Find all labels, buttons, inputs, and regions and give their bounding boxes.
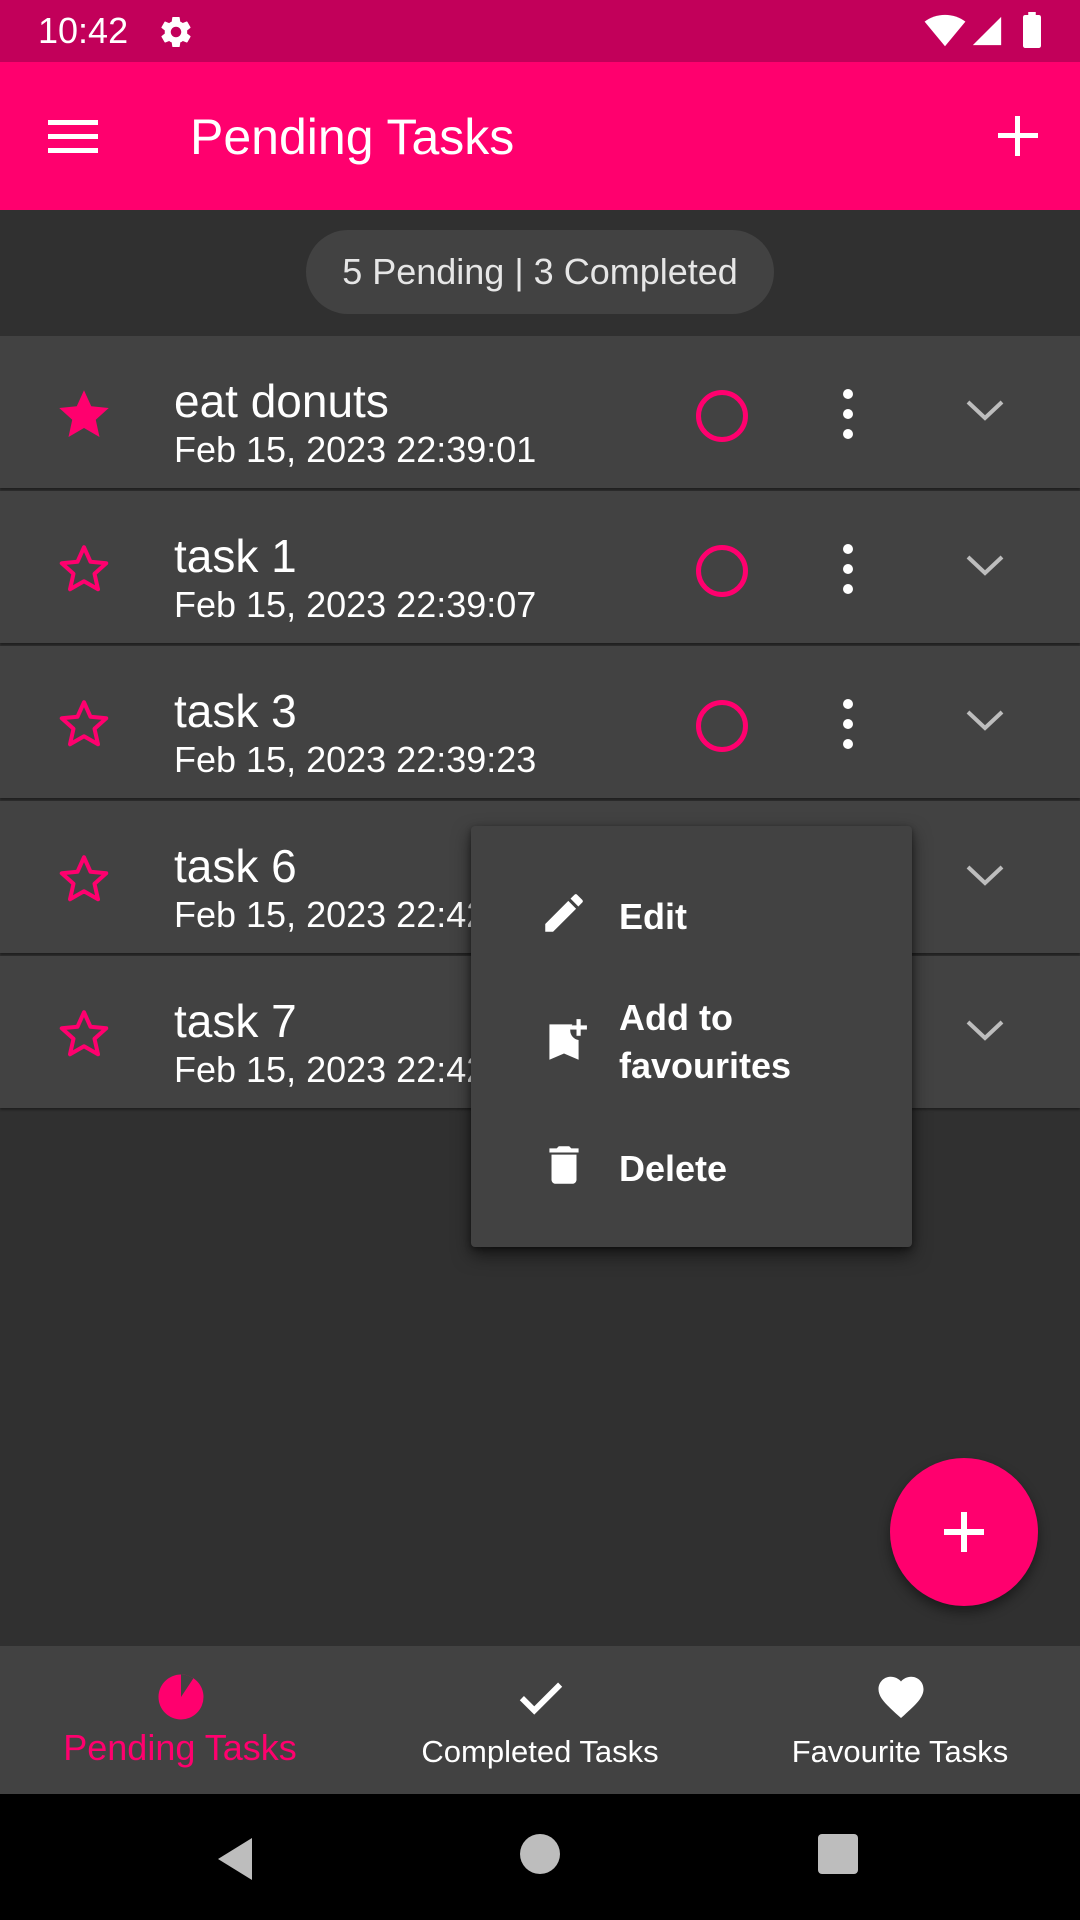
star-outline-icon[interactable]: [54, 1004, 114, 1064]
complete-circle-button[interactable]: [696, 545, 748, 597]
task-title: task 7: [174, 995, 297, 1047]
signal-icon: [972, 16, 1002, 46]
bottom-navigation: Pending Tasks Completed Tasks Favourite …: [0, 1646, 1080, 1794]
star-outline-icon[interactable]: [54, 539, 114, 599]
menu-item-label: Edit: [619, 896, 687, 937]
task-list-item[interactable]: task 3 Feb 15, 2023 22:39:23: [0, 646, 1080, 798]
chevron-down-icon[interactable]: [960, 545, 1010, 585]
more-vertical-icon[interactable]: [826, 696, 870, 752]
task-context-menu: Edit Add to favourites Delete: [471, 826, 912, 1247]
menu-item-delete[interactable]: Delete: [471, 1130, 912, 1210]
status-time: 10:42: [38, 10, 129, 51]
add-task-fab[interactable]: [890, 1458, 1038, 1606]
chevron-down-icon[interactable]: [960, 1010, 1010, 1050]
tab-label: Completed Tasks: [421, 1734, 659, 1769]
chevron-down-icon[interactable]: [960, 700, 1010, 740]
task-list-item[interactable]: task 1 Feb 15, 2023 22:39:07: [0, 491, 1080, 643]
task-title: eat donuts: [174, 375, 389, 427]
task-title: task 3: [174, 685, 297, 737]
tab-completed-tasks[interactable]: Completed Tasks: [360, 1646, 720, 1794]
star-filled-icon[interactable]: [54, 384, 114, 444]
complete-circle-button[interactable]: [696, 700, 748, 752]
menu-item-edit[interactable]: Edit: [471, 878, 912, 958]
status-bar: 10:42: [0, 0, 1080, 62]
task-title: task 1: [174, 530, 297, 582]
tab-label: Favourite Tasks: [791, 1734, 1009, 1769]
task-summary-badge: 5 Pending | 3 Completed: [306, 230, 774, 314]
app-bar: Pending Tasks: [0, 62, 1080, 210]
trash-icon: [549, 1146, 579, 1184]
star-outline-icon[interactable]: [54, 849, 114, 909]
add-icon[interactable]: [984, 102, 1052, 170]
task-summary-text: 5 Pending | 3 Completed: [342, 251, 738, 292]
back-triangle-icon[interactable]: [212, 1834, 262, 1884]
battery-icon: [1023, 12, 1041, 48]
pie-clock-icon: [158, 1674, 204, 1720]
menu-item-label: Add to favourites: [619, 997, 792, 1086]
bookmark-add-icon: [549, 1019, 587, 1060]
page-title: Pending Tasks: [190, 109, 515, 165]
recents-square-icon[interactable]: [818, 1834, 858, 1874]
task-date: Feb 15, 2023 22:39:07: [174, 584, 537, 625]
star-outline-icon[interactable]: [54, 694, 114, 754]
task-date: Feb 15, 2023 22:42: [174, 894, 487, 935]
chevron-down-icon[interactable]: [960, 855, 1010, 895]
task-date: Feb 15, 2023 22:39:01: [174, 429, 537, 470]
task-title: task 6: [174, 840, 297, 892]
hamburger-menu-icon[interactable]: [34, 104, 112, 168]
home-circle-icon[interactable]: [520, 1834, 560, 1874]
more-vertical-icon[interactable]: [826, 386, 870, 442]
menu-item-add-to-favourites[interactable]: Add to favourites: [471, 994, 912, 1094]
task-date: Feb 15, 2023 22:42: [174, 1049, 487, 1090]
menu-item-label: Delete: [619, 1148, 728, 1189]
system-navigation-bar: [0, 1794, 1080, 1920]
gear-icon: [161, 17, 191, 48]
task-list-item[interactable]: eat donuts Feb 15, 2023 22:39:01: [0, 336, 1080, 488]
complete-circle-button[interactable]: [696, 390, 748, 442]
task-date: Feb 15, 2023 22:39:23: [174, 739, 537, 780]
chevron-down-icon[interactable]: [960, 390, 1010, 430]
tab-favourite-tasks[interactable]: Favourite Tasks: [720, 1646, 1080, 1794]
tab-pending-tasks[interactable]: Pending Tasks: [0, 1646, 360, 1794]
pencil-icon: [545, 894, 583, 932]
more-vertical-icon[interactable]: [826, 541, 870, 597]
add-icon: [944, 1512, 984, 1552]
heart-icon: [878, 1676, 924, 1719]
checkmark-icon: [519, 1682, 563, 1715]
wifi-icon: [924, 14, 966, 47]
tab-label: Pending Tasks: [63, 1727, 297, 1768]
